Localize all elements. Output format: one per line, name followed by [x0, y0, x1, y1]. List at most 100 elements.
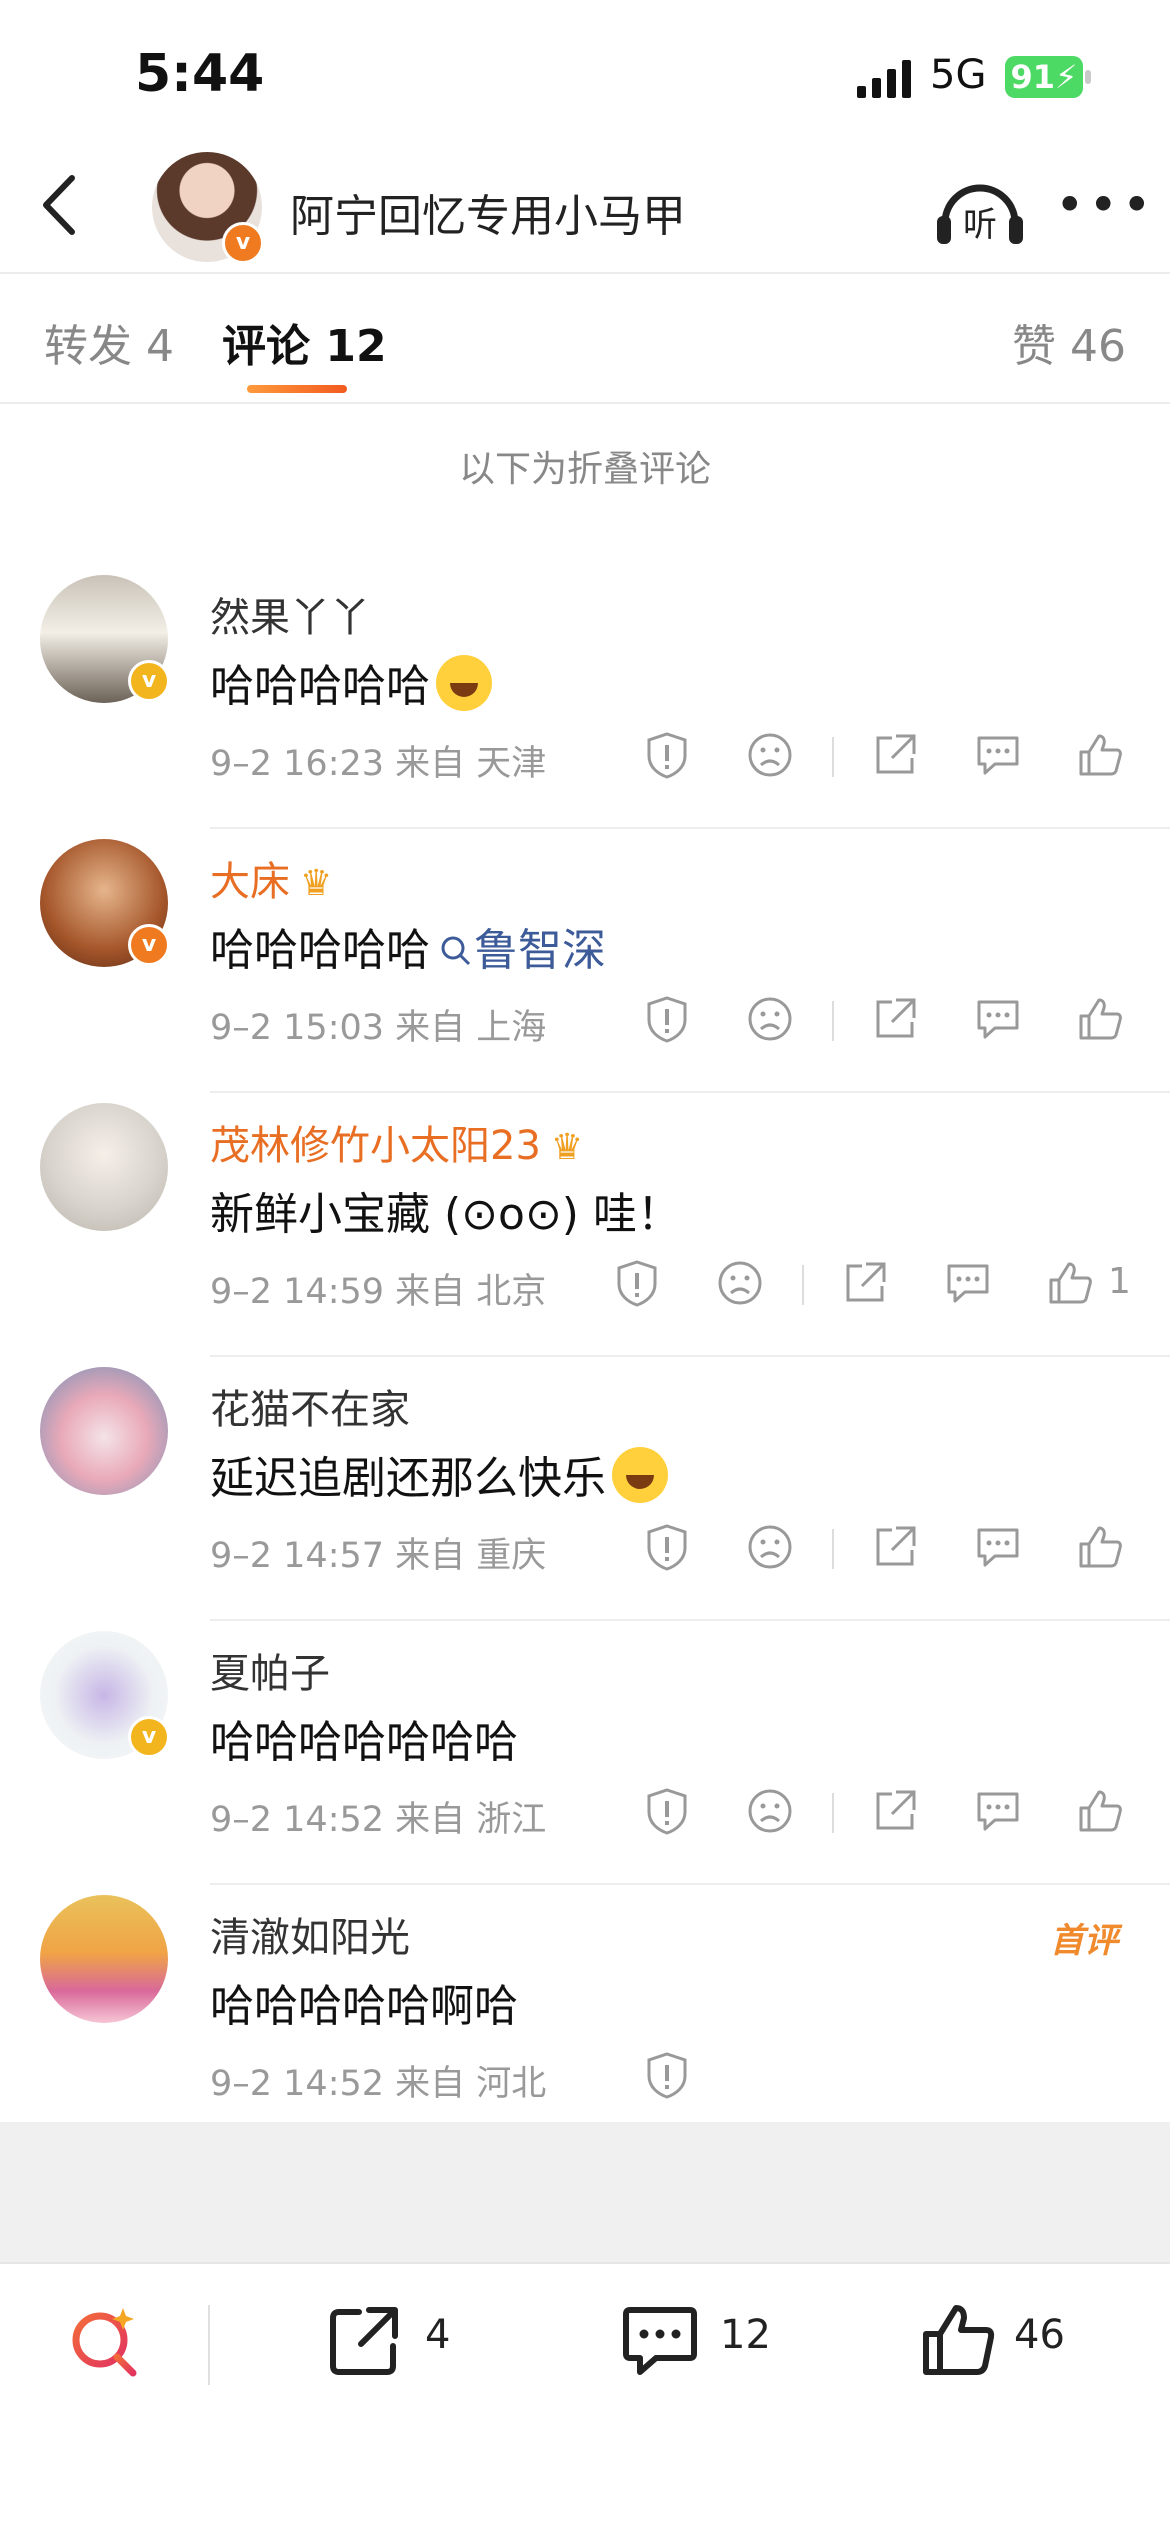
dislike-icon[interactable]	[715, 1258, 765, 1308]
comment-text: 哈哈哈哈哈	[210, 650, 492, 714]
commenter-name[interactable]: 然果丫丫	[210, 585, 370, 643]
report-icon[interactable]	[642, 2050, 692, 2100]
tab-reposts-count: 4	[146, 321, 174, 372]
comment-text: 哈哈哈哈哈啊哈	[210, 1981, 518, 2032]
comment-time: 9–2 14:52	[210, 2064, 385, 2104]
commenter-name[interactable]: 夏帕子	[210, 1641, 330, 1699]
header-divider	[0, 272, 1170, 274]
commenter-name-text: 大床	[210, 859, 290, 905]
battery-icon: 91⚡	[1005, 56, 1083, 98]
reply-icon[interactable]	[973, 730, 1023, 780]
vip-crown-icon: ♛	[300, 863, 333, 904]
dislike-icon[interactable]	[745, 730, 795, 780]
back-icon[interactable]	[30, 170, 90, 240]
like-icon[interactable]	[1075, 1522, 1125, 1572]
network-label: 5G	[930, 52, 987, 98]
comment-text: 新鲜小宝藏 (⊙o⊙) 哇！	[210, 1189, 681, 1240]
like-icon[interactable]	[1075, 1786, 1125, 1836]
listen-button[interactable]: 听	[935, 168, 1025, 248]
commenter-avatar[interactable]	[40, 1367, 168, 1495]
active-tab-indicator	[247, 385, 347, 393]
thumbs-up-icon	[923, 2305, 995, 2375]
comment-meta: 9–2 14:59 来自 北京	[210, 1263, 546, 1314]
repost-button[interactable]: 4	[325, 2300, 485, 2380]
tab-comments[interactable]: 评论 12	[222, 310, 387, 374]
tab-likes[interactable]: 赞 46	[1012, 310, 1126, 374]
comment-time: 9–2 16:23	[210, 744, 385, 784]
commenter-avatar[interactable]	[40, 1103, 168, 1231]
comment-text: 哈哈哈哈哈 鲁智深	[210, 914, 606, 978]
tab-reposts-label: 转发	[44, 321, 132, 372]
share-icon[interactable]	[870, 730, 920, 780]
page-title: 阿宁回忆专用小马甲	[290, 191, 686, 242]
tab-likes-label: 赞	[1012, 321, 1056, 372]
reply-icon[interactable]	[973, 1522, 1023, 1572]
report-icon[interactable]	[642, 1786, 692, 1836]
report-icon[interactable]	[612, 1258, 662, 1308]
verified-badge-icon: v	[128, 1716, 170, 1758]
comment-item[interactable]: v 大床 ♛ 哈哈哈哈哈 鲁智深 9–2 15:03 来自 上海	[0, 829, 1170, 1093]
report-icon[interactable]	[642, 730, 692, 780]
dislike-icon[interactable]	[745, 1786, 795, 1836]
actions-separator	[832, 737, 834, 777]
search-icon	[441, 936, 471, 966]
dislike-icon[interactable]	[745, 1522, 795, 1572]
reply-icon[interactable]	[973, 1786, 1023, 1836]
tab-comments-count: 12	[325, 321, 387, 372]
commenter-avatar[interactable]	[40, 1895, 168, 2023]
share-icon[interactable]	[840, 1258, 890, 1308]
share-icon[interactable]	[870, 1522, 920, 1572]
listen-label: 听	[963, 205, 997, 245]
comment-item[interactable]: v 夏帕子 哈哈哈哈哈哈哈 9–2 14:52 来自 浙江	[0, 1621, 1170, 1885]
tab-reposts[interactable]: 转发 4	[44, 310, 174, 374]
commenter-name[interactable]: 茂林修竹小太阳23 ♛	[210, 1113, 583, 1171]
comment-meta: 9–2 14:52 来自 浙江	[210, 1791, 546, 1842]
share-icon[interactable]	[870, 1786, 920, 1836]
battery-tip	[1085, 70, 1091, 84]
tab-likes-count: 46	[1070, 321, 1126, 372]
actions-separator	[832, 1529, 834, 1569]
report-icon[interactable]	[642, 1522, 692, 1572]
comment-item[interactable]: 茂林修竹小太阳23 ♛ 新鲜小宝藏 (⊙o⊙) 哇！ 9–2 14:59 来自 北…	[0, 1093, 1170, 1357]
commenter-name[interactable]: 清澈如阳光	[210, 1905, 410, 1963]
topic-search-link[interactable]: 鲁智深	[438, 925, 606, 976]
comment-text: 哈哈哈哈哈哈哈	[210, 1717, 518, 1768]
bottom-bar-divider	[0, 2262, 1170, 2264]
comment-meta: 9–2 14:57 来自 重庆	[210, 1527, 546, 1578]
comment-text-content: 哈哈哈哈哈	[210, 661, 430, 712]
repost-count: 4	[425, 2312, 451, 2358]
signal-icon	[857, 60, 911, 98]
comment-button[interactable]: 12	[620, 2300, 800, 2380]
search-sparkle-icon[interactable]	[65, 2300, 145, 2380]
report-icon[interactable]	[642, 994, 692, 1044]
reply-icon[interactable]	[943, 1258, 993, 1308]
comment-text: 延迟追剧还那么快乐	[210, 1442, 668, 1506]
like-button[interactable]: 46	[918, 2300, 1098, 2380]
bottom-bar-separator	[208, 2305, 210, 2385]
more-icon[interactable]: •••	[1055, 180, 1155, 230]
reply-icon[interactable]	[973, 994, 1023, 1044]
comment-time: 9–2 14:52	[210, 1800, 385, 1840]
commenter-name[interactable]: 花猫不在家	[210, 1377, 410, 1435]
commenter-name-text: 茂林修竹小太阳23	[210, 1123, 541, 1169]
verified-badge-icon: v	[128, 924, 170, 966]
first-comment-badge: 首评	[1050, 1921, 1118, 1961]
comment-item[interactable]: v 然果丫丫 哈哈哈哈哈 9–2 16:23 来自 天津	[0, 565, 1170, 829]
comment-icon	[623, 2307, 697, 2375]
like-count: 46	[1014, 2312, 1065, 2358]
comment-item[interactable]: 花猫不在家 延迟追剧还那么快乐 9–2 14:57 来自 重庆	[0, 1357, 1170, 1621]
laughing-emoji-icon	[436, 655, 492, 711]
comment-item[interactable]: 清澈如阳光 首评 哈哈哈哈哈啊哈 9–2 14:52 来自 河北	[0, 1885, 1170, 2149]
commenter-name[interactable]: 大床 ♛	[210, 849, 332, 907]
share-icon[interactable]	[870, 994, 920, 1044]
like-icon[interactable]	[1045, 1258, 1095, 1308]
like-icon[interactable]	[1075, 730, 1125, 780]
folded-comments-note: 以下为折叠评论	[458, 449, 711, 490]
actions-separator	[832, 1001, 834, 1041]
dislike-icon[interactable]	[745, 994, 795, 1044]
verified-badge-icon: v	[128, 660, 170, 702]
verified-badge-icon: v	[222, 222, 264, 264]
tab-comments-label: 评论	[222, 321, 310, 372]
tabs-divider	[0, 402, 1170, 404]
like-icon[interactable]	[1075, 994, 1125, 1044]
